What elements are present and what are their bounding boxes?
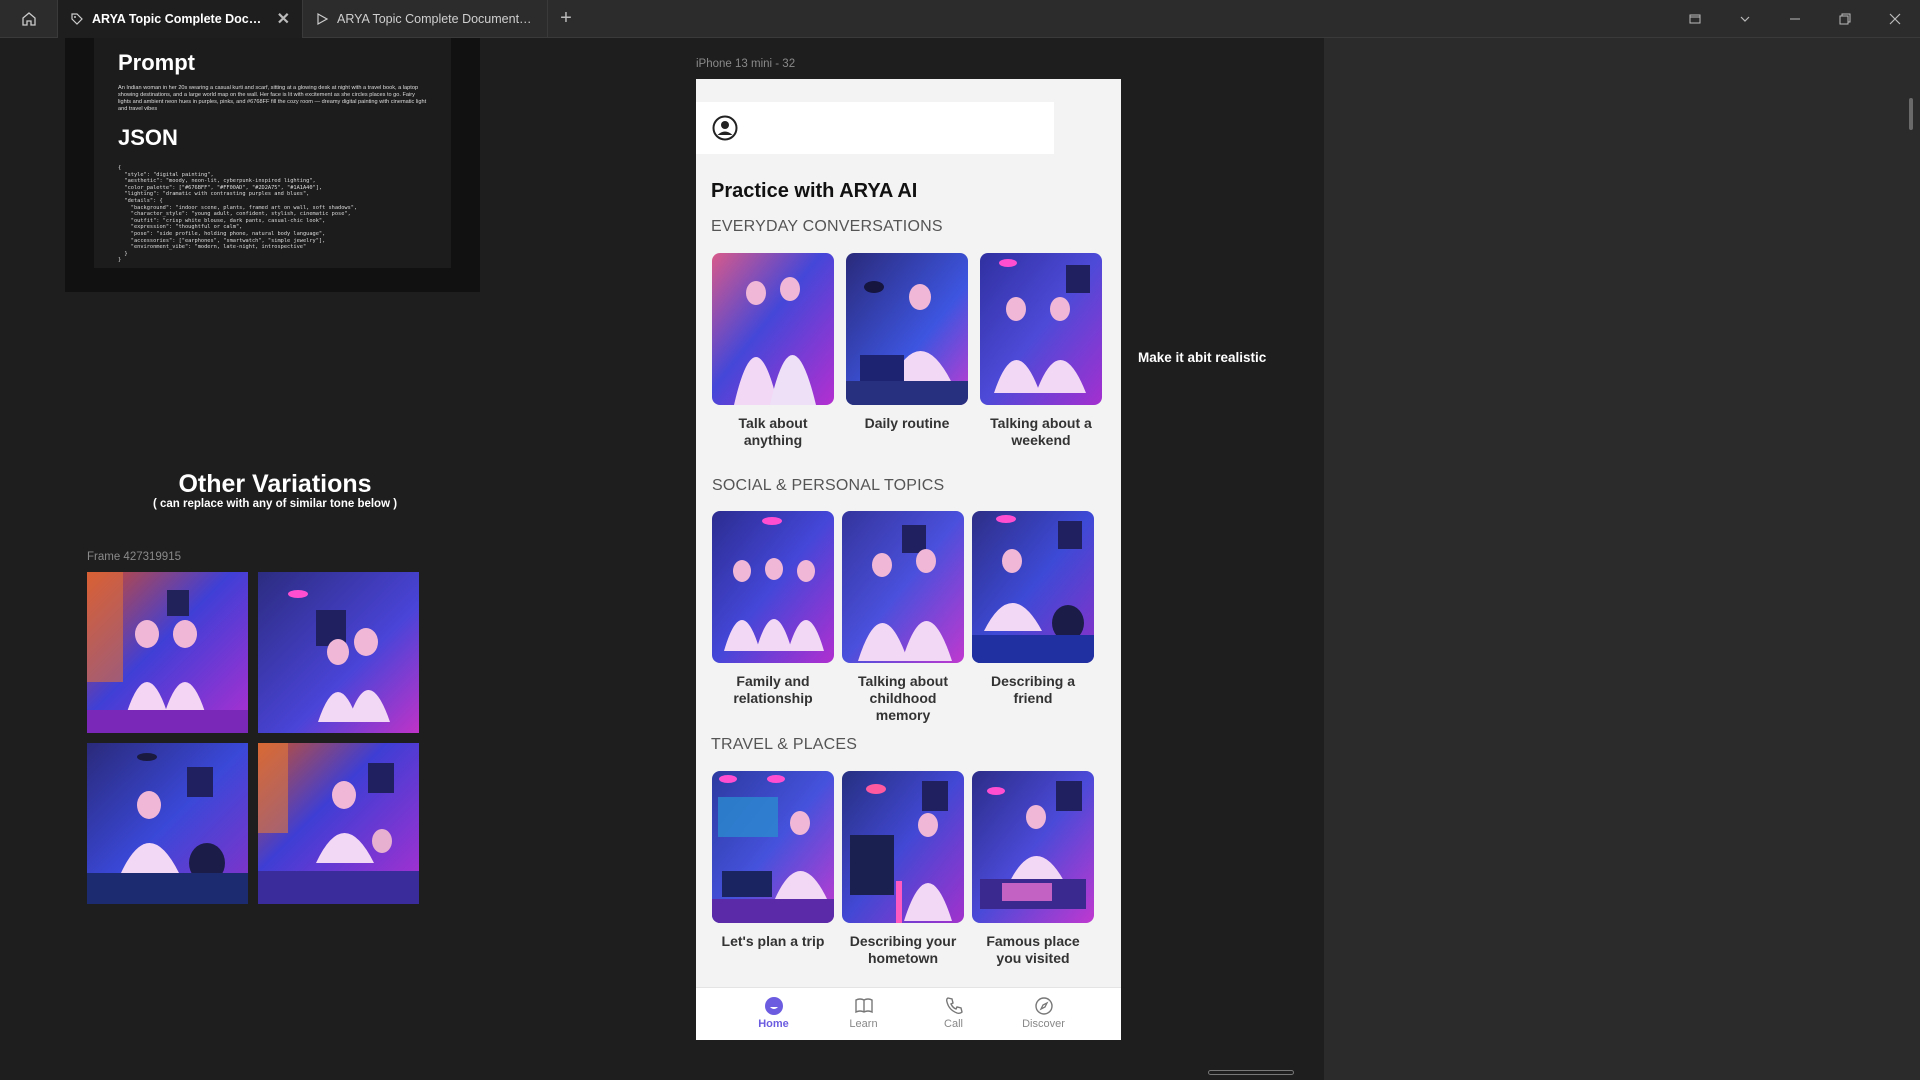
right-panel xyxy=(1324,38,1920,1080)
tab-label: ARYA Topic Complete Documented Flow xyxy=(92,11,269,26)
nav-learn[interactable]: Learn xyxy=(840,996,888,1040)
horizontal-scrollbar[interactable] xyxy=(1208,1070,1294,1075)
home-nav-icon xyxy=(764,997,783,1015)
section-title-everyday: EVERYDAY CONVERSATIONS xyxy=(711,218,943,235)
topic-image xyxy=(842,511,964,663)
tab-label: ARYA Topic Complete Documented Flow xyxy=(337,11,535,26)
nav-label: Learn xyxy=(849,1018,878,1030)
chevron-down-icon[interactable] xyxy=(1720,0,1770,38)
prompt-card: Prompt An Indian woman in her 20s wearin… xyxy=(94,38,451,268)
topic-caption: Family and relationship xyxy=(733,673,813,706)
phone-frame-label[interactable]: iPhone 13 mini - 32 xyxy=(696,58,795,70)
variations-subtitle: ( can replace with any of similar tone b… xyxy=(152,498,398,510)
play-icon xyxy=(317,12,329,25)
prompt-heading: Prompt xyxy=(118,50,195,75)
home-icon[interactable] xyxy=(0,0,58,38)
nav-label: Discover xyxy=(1022,1018,1065,1030)
topic-card[interactable]: Talking about childhood memory xyxy=(842,511,964,724)
topic-card[interactable]: Famous place you visited xyxy=(972,771,1094,967)
topic-caption: Daily routine xyxy=(864,415,950,431)
topic-caption: Famous place you visited xyxy=(986,933,1080,966)
topic-card[interactable]: Describing your hometown xyxy=(842,771,964,967)
topic-image xyxy=(842,771,964,923)
nav-call[interactable]: Call xyxy=(930,996,978,1040)
topic-image xyxy=(972,511,1094,663)
phone-frame: Practice with ARYA AI EVERYDAY CONVERSAT… xyxy=(696,79,1121,1040)
nav-home[interactable]: Home xyxy=(750,996,798,1040)
nav-label: Call xyxy=(944,1018,963,1030)
restore-icon[interactable] xyxy=(1820,0,1870,38)
canvas-comment[interactable]: Make it abit realistic xyxy=(1138,350,1266,365)
frame-label[interactable]: Frame 427319915 xyxy=(87,551,181,563)
topic-caption: Let's plan a trip xyxy=(721,933,825,949)
json-heading: JSON xyxy=(118,125,178,150)
topic-image xyxy=(712,511,834,663)
topic-caption: Talk about anything xyxy=(738,415,808,448)
topic-caption: Describing your hometown xyxy=(849,933,957,966)
topic-card[interactable]: Family and relationship xyxy=(712,511,834,707)
topic-card[interactable]: Talk about anything xyxy=(712,253,834,449)
variations-title: Other Variations xyxy=(178,470,372,498)
nav-discover[interactable]: Discover xyxy=(1020,996,1068,1040)
figma-tag-icon xyxy=(71,12,83,25)
topic-image xyxy=(712,253,834,405)
variation-image[interactable] xyxy=(87,572,248,733)
close-window-icon[interactable] xyxy=(1870,0,1920,38)
vertical-scrollbar[interactable] xyxy=(1909,98,1913,130)
nav-label: Home xyxy=(758,1018,789,1030)
topic-image xyxy=(712,771,834,923)
topic-card[interactable]: Describing a friend xyxy=(972,511,1094,707)
variations-grid xyxy=(87,572,419,904)
prompt-text: An Indian woman in her 20s wearing a cas… xyxy=(118,85,427,112)
book-icon xyxy=(854,998,873,1014)
variation-image[interactable] xyxy=(258,743,419,904)
phone-icon xyxy=(945,997,963,1015)
topic-caption: Describing a friend xyxy=(990,673,1076,706)
json-text: { "style": "digital painting", "aestheti… xyxy=(118,165,358,264)
topic-card[interactable]: Talking about a weekend xyxy=(980,253,1102,449)
compass-icon xyxy=(1034,997,1053,1015)
topic-card[interactable]: Daily routine xyxy=(846,253,968,432)
topic-image xyxy=(846,253,968,405)
tab-bar: ARYA Topic Complete Documented Flow ✕ AR… xyxy=(0,0,1920,38)
variation-image[interactable] xyxy=(87,743,248,904)
close-icon[interactable]: ✕ xyxy=(277,9,290,29)
topic-image xyxy=(980,253,1102,405)
topic-caption: Talking about childhood memory xyxy=(858,673,948,723)
new-tab-button[interactable]: + xyxy=(548,0,584,38)
tab-document-1[interactable]: ARYA Topic Complete Documented Flow ✕ xyxy=(58,0,303,38)
tab-document-2[interactable]: ARYA Topic Complete Documented Flow xyxy=(303,0,548,38)
minimize-icon[interactable] xyxy=(1770,0,1820,38)
topic-card[interactable]: Let's plan a trip xyxy=(712,771,834,950)
section-title-travel: TRAVEL & PLACES xyxy=(711,736,858,753)
pages-icon[interactable] xyxy=(1670,0,1720,38)
page-title: Practice with ARYA AI xyxy=(711,180,918,202)
bottom-nav: Home Learn Call Discover xyxy=(696,987,1121,1040)
topic-caption: Talking about a weekend xyxy=(990,415,1092,448)
top-bar xyxy=(696,102,1054,154)
variation-image[interactable] xyxy=(258,572,419,733)
section-title-social: SOCIAL & PERSONAL TOPICS xyxy=(712,477,945,494)
profile-icon[interactable] xyxy=(712,115,738,141)
topic-image xyxy=(972,771,1094,923)
